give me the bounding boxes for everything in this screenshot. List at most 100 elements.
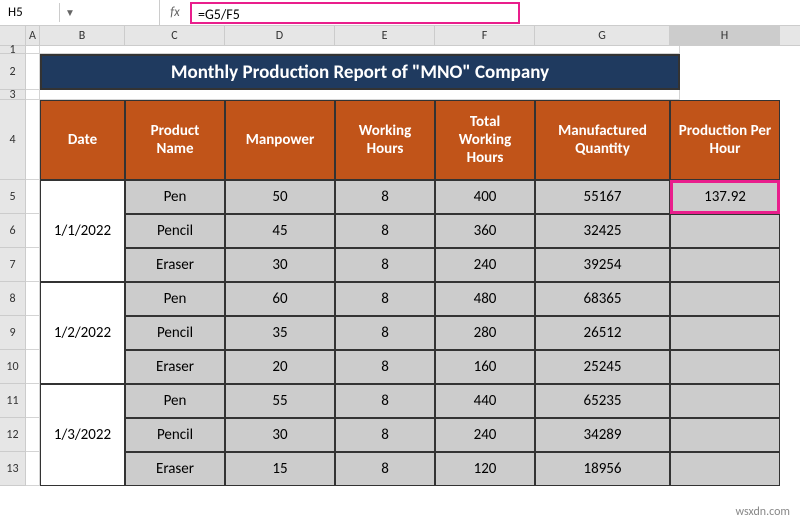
cell-pph[interactable] [670, 214, 780, 248]
cell-twh[interactable]: 440 [435, 384, 535, 418]
row-header-12[interactable]: 12 [0, 418, 26, 452]
cell-wh[interactable]: 8 [335, 384, 435, 418]
cell-wh[interactable]: 8 [335, 248, 435, 282]
cell-a6[interactable] [26, 214, 40, 248]
row-header-7[interactable]: 7 [0, 248, 26, 282]
cell-manpower[interactable]: 60 [225, 282, 335, 316]
cell-manpower[interactable]: 30 [225, 248, 335, 282]
cell-b3[interactable] [40, 90, 680, 100]
date-group-1[interactable]: 1/1/2022 [40, 180, 125, 282]
row-header-5[interactable]: 5 [0, 180, 26, 214]
cell-twh[interactable]: 400 [435, 180, 535, 214]
cell-pph[interactable] [670, 282, 780, 316]
cell-a5[interactable] [26, 180, 40, 214]
cell-twh[interactable]: 480 [435, 282, 535, 316]
cell-pph[interactable] [670, 384, 780, 418]
date-group-2[interactable]: 1/2/2022 [40, 282, 125, 384]
cell-pph[interactable] [670, 418, 780, 452]
row-header-10[interactable]: 10 [0, 350, 26, 384]
col-header-h[interactable]: H [670, 26, 780, 45]
cell-product[interactable]: Pen [125, 282, 225, 316]
cell-wh[interactable]: 8 [335, 418, 435, 452]
col-header-g[interactable]: G [535, 26, 670, 45]
header-total-working-hours[interactable]: Total Working Hours [435, 100, 535, 180]
cell-wh[interactable]: 8 [335, 452, 435, 486]
cell-product[interactable]: Eraser [125, 350, 225, 384]
col-header-c[interactable]: C [125, 26, 225, 45]
fx-icon[interactable]: fx [160, 5, 190, 20]
col-header-b[interactable]: B [40, 26, 125, 45]
cell-a11[interactable] [26, 384, 40, 418]
cell-a1[interactable] [26, 46, 40, 54]
col-header-d[interactable]: D [225, 26, 335, 45]
cell-a13[interactable] [26, 452, 40, 486]
cell-product[interactable]: Pencil [125, 214, 225, 248]
cell-twh[interactable]: 240 [435, 418, 535, 452]
header-date[interactable]: Date [40, 100, 125, 180]
cell-twh[interactable]: 360 [435, 214, 535, 248]
cell-manpower[interactable]: 20 [225, 350, 335, 384]
cell-manpower[interactable]: 55 [225, 384, 335, 418]
row-header-11[interactable]: 11 [0, 384, 26, 418]
cell-wh[interactable]: 8 [335, 180, 435, 214]
cell-product[interactable]: Eraser [125, 248, 225, 282]
cell-a7[interactable] [26, 248, 40, 282]
cell-product[interactable]: Eraser [125, 452, 225, 486]
cell-wh[interactable]: 8 [335, 316, 435, 350]
row-header-9[interactable]: 9 [0, 316, 26, 350]
cell-manpower[interactable]: 35 [225, 316, 335, 350]
row-header-8[interactable]: 8 [0, 282, 26, 316]
cell-a12[interactable] [26, 418, 40, 452]
cell-wh[interactable]: 8 [335, 350, 435, 384]
cell-pph[interactable] [670, 452, 780, 486]
cell-qty[interactable]: 68365 [535, 282, 670, 316]
row-header-4[interactable]: 4 [0, 100, 26, 180]
cell-manpower[interactable]: 45 [225, 214, 335, 248]
cell-qty[interactable]: 25245 [535, 350, 670, 384]
cell-qty[interactable]: 39254 [535, 248, 670, 282]
cell-pph[interactable] [670, 350, 780, 384]
cell-product[interactable]: Pencil [125, 418, 225, 452]
cell-qty[interactable]: 55167 [535, 180, 670, 214]
col-header-a[interactable]: A [26, 26, 40, 45]
cell-pph[interactable] [670, 316, 780, 350]
cell-h5-selected[interactable]: 137.92 [670, 180, 780, 214]
cell-a3[interactable] [26, 90, 40, 100]
cell-product[interactable]: Pen [125, 180, 225, 214]
cell-manpower[interactable]: 15 [225, 452, 335, 486]
cell-product[interactable]: Pencil [125, 316, 225, 350]
col-header-f[interactable]: F [435, 26, 535, 45]
header-product[interactable]: Product Name [125, 100, 225, 180]
cell-a10[interactable] [26, 350, 40, 384]
header-prod-per-hour[interactable]: Production Per Hour [670, 100, 780, 180]
header-manpower[interactable]: Manpower [225, 100, 335, 180]
cell-a2[interactable] [26, 54, 40, 90]
row-header-13[interactable]: 13 [0, 452, 26, 486]
header-mfg-qty[interactable]: Manufactured Quantity [535, 100, 670, 180]
cell-b1[interactable] [40, 46, 680, 54]
name-box-dropdown-icon[interactable]: ▼ [60, 6, 80, 19]
cell-qty[interactable]: 65235 [535, 384, 670, 418]
cell-a4[interactable] [26, 100, 40, 180]
cell-wh[interactable]: 8 [335, 214, 435, 248]
cell-twh[interactable]: 280 [435, 316, 535, 350]
cell-twh[interactable]: 240 [435, 248, 535, 282]
row-header-6[interactable]: 6 [0, 214, 26, 248]
cell-a9[interactable] [26, 316, 40, 350]
cell-twh[interactable]: 160 [435, 350, 535, 384]
header-working-hours[interactable]: Working Hours [335, 100, 435, 180]
cell-manpower[interactable]: 30 [225, 418, 335, 452]
row-header-2[interactable]: 2 [0, 54, 26, 90]
cell-wh[interactable]: 8 [335, 282, 435, 316]
cell-a8[interactable] [26, 282, 40, 316]
row-header-3[interactable]: 3 [0, 90, 26, 100]
row-header-1[interactable]: 1 [0, 46, 26, 54]
cell-qty[interactable]: 32425 [535, 214, 670, 248]
cell-pph[interactable] [670, 248, 780, 282]
name-box[interactable]: H5 [0, 3, 60, 22]
cell-manpower[interactable]: 50 [225, 180, 335, 214]
cell-twh[interactable]: 120 [435, 452, 535, 486]
report-title[interactable]: Monthly Production Report of "MNO" Compa… [40, 54, 680, 90]
cell-qty[interactable]: 18956 [535, 452, 670, 486]
col-header-e[interactable]: E [335, 26, 435, 45]
